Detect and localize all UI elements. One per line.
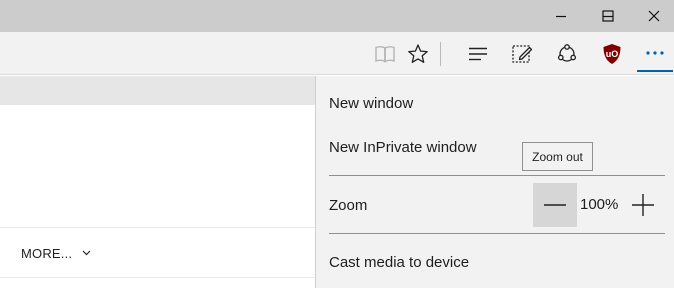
page-divider (0, 277, 316, 278)
menu-item-new-inprivate-window[interactable]: New InPrivate window (329, 139, 477, 156)
chevron-down-icon (82, 250, 91, 256)
toolbar-separator (440, 42, 441, 66)
close-button[interactable] (631, 0, 674, 32)
page-header-strip (0, 76, 316, 105)
maximize-icon (602, 10, 614, 22)
favorite-button[interactable] (400, 36, 436, 72)
zoom-label: Zoom (329, 197, 368, 214)
title-bar (0, 0, 674, 32)
share-icon (557, 44, 577, 62)
more-actions-icon (646, 51, 664, 55)
menu-item-cast-media[interactable]: Cast media to device (329, 254, 469, 271)
maximize-button[interactable] (585, 0, 631, 32)
reading-view-button[interactable] (367, 36, 403, 72)
browser-window: uO MORE... New window New InPrivate wind… (0, 0, 674, 288)
menu-divider (329, 175, 665, 176)
zoom-out-tooltip: Zoom out (522, 142, 593, 171)
zoom-out-button[interactable] (533, 183, 577, 227)
more-label: MORE... (21, 245, 73, 261)
close-icon (648, 10, 660, 22)
zoom-in-button[interactable] (621, 183, 665, 227)
web-note-icon (512, 45, 533, 63)
more-dropdown-link[interactable]: MORE... (21, 245, 91, 261)
minus-icon (544, 204, 566, 206)
ublock-origin-icon: uO (603, 44, 621, 64)
svg-text:uO: uO (606, 49, 619, 59)
hub-icon (469, 47, 487, 61)
minimize-button-alt[interactable] (538, 0, 584, 32)
more-actions-button[interactable] (637, 36, 673, 72)
menu-item-new-window[interactable]: New window (329, 95, 413, 112)
page-divider (0, 227, 316, 228)
hub-button[interactable] (460, 36, 496, 72)
web-note-button[interactable] (504, 36, 540, 72)
browser-toolbar: uO (0, 32, 674, 75)
plus-icon (632, 194, 654, 216)
minimize-icon (556, 15, 566, 18)
share-button[interactable] (549, 36, 585, 72)
ublock-extension-button[interactable]: uO (594, 36, 630, 72)
favorite-star-icon (408, 44, 428, 63)
zoom-level: 100% (580, 196, 619, 213)
menu-divider (329, 233, 665, 234)
reading-view-icon (375, 46, 395, 63)
settings-menu: New window New InPrivate window Zoom 100… (315, 76, 674, 288)
